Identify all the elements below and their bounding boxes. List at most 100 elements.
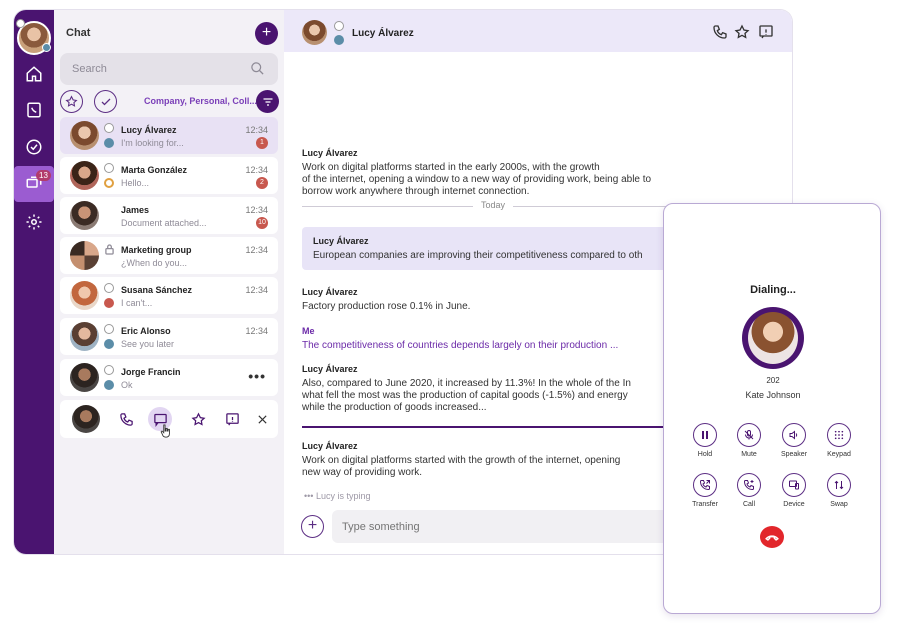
home-icon[interactable] [22, 62, 46, 86]
contact-action-bar [60, 400, 278, 438]
chat-preview: I'm looking for... [121, 138, 184, 148]
new-chat-button[interactable]: + [255, 22, 278, 45]
hangup-button[interactable] [760, 526, 784, 548]
message-line: what fell the most was the production of… [302, 390, 628, 401]
presence-icon[interactable] [22, 135, 46, 159]
info-badge [42, 43, 51, 52]
avatar [70, 363, 99, 392]
chat-row[interactable]: Eric Alonso See you later 12:34 [60, 318, 278, 355]
avatar [70, 322, 99, 351]
attach-button[interactable]: + [301, 515, 324, 538]
message-input[interactable] [332, 510, 682, 543]
chat-row[interactable]: Susana Sánchez I can't... 12:34 [60, 277, 278, 314]
message-line: of the internet, opening a window to a n… [302, 174, 652, 185]
call-status: Dialing... [750, 284, 796, 296]
unread-count: 2 [256, 177, 268, 189]
keypad-button[interactable] [827, 423, 851, 447]
callee-name: Kate Johnson [745, 390, 801, 400]
message-line: European companies are improving their c… [313, 250, 643, 261]
avatar [302, 20, 327, 45]
chat-name: Susana Sánchez [121, 285, 193, 295]
status-dot [104, 123, 114, 133]
status-dot [104, 163, 114, 173]
mute-label: Mute [741, 451, 757, 458]
read-filter-button[interactable] [94, 90, 117, 113]
message-line: new way of providing work. [302, 467, 423, 478]
phone-icon[interactable] [712, 24, 728, 40]
info-icon[interactable] [222, 409, 242, 429]
favorites-filter-button[interactable] [60, 90, 83, 113]
hold-button[interactable] [693, 423, 717, 447]
chat-time: 12:34 [245, 285, 268, 295]
message: Lucy Álvarez Work on digital platforms s… [302, 147, 672, 198]
phone-icon[interactable] [116, 409, 136, 429]
chat-row[interactable]: Lucy Álvarez I'm looking for... 12:34 1 [60, 117, 278, 154]
info-badge [104, 380, 114, 390]
chat-list-title: Chat [66, 27, 91, 39]
status-dot [104, 283, 114, 293]
category-filter-label[interactable]: Company, Personal, Coll... [144, 96, 257, 106]
chat-preview: ¿When do you... [121, 258, 188, 268]
search-placeholder: Search [72, 63, 107, 75]
phonebook-icon[interactable] [22, 98, 46, 122]
message-author: Lucy Álvarez [302, 287, 358, 297]
message: Lucy Álvarez Work on digital platforms s… [302, 440, 672, 479]
transfer-button[interactable] [693, 473, 717, 497]
swap-label: Swap [830, 501, 848, 508]
chat-row[interactable]: James Document attached... 12:34 10 [60, 197, 278, 234]
date-divider: Today [302, 200, 682, 210]
chat-row[interactable]: Marta González Hello... 12:34 2 [60, 157, 278, 194]
message-line: Also, compared to June 2020, it increase… [302, 378, 631, 389]
settings-icon[interactable] [22, 210, 46, 234]
chat-time: 12:34 [245, 125, 268, 135]
filter-icon[interactable] [256, 90, 279, 113]
message-highlighted: Lucy Álvarez European companies are impr… [302, 227, 682, 270]
star-icon[interactable] [188, 409, 208, 429]
chat-preview: See you later [121, 339, 175, 349]
chat-name: Jorge Francin [121, 367, 181, 377]
speaker-button[interactable] [782, 423, 806, 447]
swap-button[interactable] [827, 473, 851, 497]
more-options-icon[interactable]: ••• [248, 368, 266, 384]
chat-row[interactable]: Jorge Francin Ok ••• [60, 359, 278, 396]
device-label: Device [783, 501, 805, 508]
status-dot [16, 19, 25, 28]
typing-indicator: ••• Lucy is typing [304, 491, 371, 501]
message-author: Lucy Álvarez [302, 441, 358, 451]
info-badge [104, 339, 114, 349]
avatar [70, 201, 99, 230]
search-icon [250, 61, 265, 76]
group-avatar [70, 241, 99, 270]
nav-rail: 13 [14, 10, 54, 554]
avatar [72, 405, 100, 433]
message-line: while the production of goods increased.… [302, 402, 487, 413]
message: Lucy Álvarez Also, compared to June 2020… [302, 363, 672, 414]
chat-list-panel: Chat + Search Company, Personal, Coll...… [54, 10, 284, 554]
star-icon[interactable] [734, 24, 750, 40]
chat-row[interactable]: Marketing group ¿When do you... 12:34 [60, 237, 278, 274]
mute-button[interactable] [737, 423, 761, 447]
avatar [70, 161, 99, 190]
dialer-panel: Dialing... 202 Kate Johnson Hold Mute Sp… [663, 203, 881, 614]
device-button[interactable] [782, 473, 806, 497]
message-author: Lucy Álvarez [313, 236, 369, 246]
busy-badge [104, 298, 114, 308]
close-icon[interactable] [252, 409, 272, 429]
unread-count: 10 [256, 217, 268, 229]
info-badge [104, 138, 114, 148]
info-icon[interactable] [758, 24, 774, 40]
chat-time: 12:34 [245, 326, 268, 336]
message-line: borrow work anywhere through internet co… [302, 186, 530, 197]
call-label: Call [742, 501, 756, 508]
chat-preview: Ok [121, 380, 133, 390]
call-button[interactable] [737, 473, 761, 497]
message-author: Me [302, 326, 315, 336]
lock-icon [105, 244, 114, 255]
unread-count: 1 [256, 137, 268, 149]
search-input[interactable]: Search [60, 53, 278, 85]
chat-name: James [121, 205, 150, 215]
unread-divider [302, 426, 682, 428]
callee-extension: 202 [766, 376, 780, 385]
date-divider-label: Today [473, 200, 514, 210]
transfer-label: Transfer [692, 501, 718, 508]
